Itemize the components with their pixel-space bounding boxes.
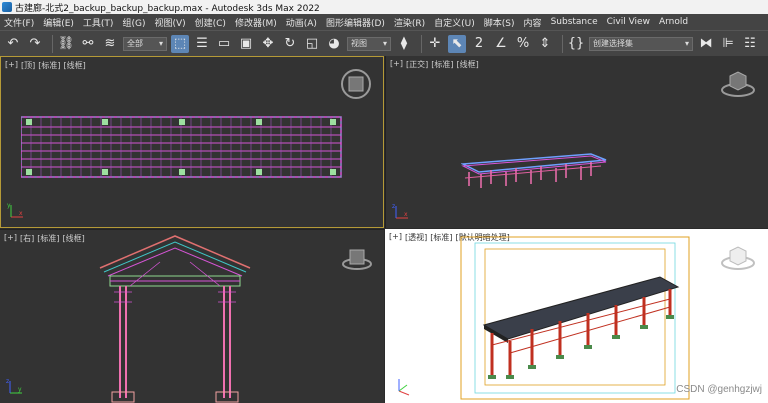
menu-create[interactable]: 创建(C) xyxy=(195,16,226,29)
select-object-icon[interactable]: ⬚ xyxy=(171,34,189,53)
viewport-point-of-view[interactable]: [透视] xyxy=(405,232,427,243)
toolbar-divider xyxy=(52,34,53,53)
viewport-shading-standard[interactable]: [标准] xyxy=(38,60,60,71)
svg-text:y: y xyxy=(7,202,11,209)
viewport-menu-plus[interactable]: [+] xyxy=(389,232,402,243)
viewport-point-of-view[interactable]: [正交] xyxy=(406,59,428,70)
menu-content[interactable]: 内容 xyxy=(524,16,542,29)
percent-snap-icon[interactable]: % xyxy=(514,35,532,53)
rotate-icon[interactable]: ↻ xyxy=(281,35,299,53)
link-icon[interactable]: ⛓ xyxy=(57,35,75,53)
menu-modifiers[interactable]: 修改器(M) xyxy=(235,16,277,29)
menu-group[interactable]: 组(G) xyxy=(122,16,145,29)
toolbar-divider xyxy=(562,34,563,53)
viewport-menu-plus[interactable]: [+] xyxy=(4,233,17,244)
title-bar: 古建廊-北式2_backup_backup_backup.max - Autod… xyxy=(0,0,768,14)
main-toolbar: ↶ ↷ ⛓ ⚯ ≋ 全部 ▾ ⬚ ☰ ▭ ▣ ✥ ↻ ◱ ◕ 视图 ▾ ⧫ ✛ … xyxy=(0,30,768,56)
bind-spacewarp-icon[interactable]: ≋ xyxy=(101,35,119,53)
svg-text:z: z xyxy=(392,203,395,210)
chevron-down-icon: ▾ xyxy=(382,39,387,48)
named-selection-set-value: 创建选择集 xyxy=(593,39,633,48)
undo-icon[interactable]: ↶ xyxy=(4,35,22,53)
chevron-down-icon: ▾ xyxy=(684,39,689,48)
keyboard-shortcut-override-icon[interactable]: ⬉ xyxy=(448,34,466,53)
menu-substance[interactable]: Substance xyxy=(551,17,598,27)
viewport-point-of-view[interactable]: [顶] xyxy=(21,60,35,71)
place-icon[interactable]: ◕ xyxy=(325,35,343,53)
viewport-perspective[interactable]: [+] [透视] [标准] [默认明暗处理] CSDN @genhgzjwj xyxy=(385,229,768,403)
svg-text:x: x xyxy=(19,210,23,217)
viewport-point-of-view[interactable]: [右] xyxy=(20,233,34,244)
viewport-shading-standard[interactable]: [标准] xyxy=(431,59,453,70)
front-view-wireframe xyxy=(461,153,607,188)
viewport-right[interactable]: [+] [右] [标准] [线框] yz xyxy=(0,229,384,403)
move-icon[interactable]: ✥ xyxy=(259,35,277,53)
viewport-top[interactable]: [+] [顶] [标准] [线框] x y xyxy=(0,56,384,228)
select-manipulate-icon[interactable]: ✛ xyxy=(426,35,444,53)
viewport-front[interactable]: [+] [正交] [标准] [线框] xz xyxy=(385,56,768,228)
app-icon xyxy=(2,2,12,12)
viewcube-icon[interactable] xyxy=(718,66,758,100)
viewport-menu-plus[interactable]: [+] xyxy=(390,59,403,70)
menu-civil-view[interactable]: Civil View xyxy=(607,17,650,27)
menu-scripting[interactable]: 脚本(S) xyxy=(484,16,515,29)
named-selection-set-select[interactable]: 创建选择集 ▾ xyxy=(589,36,693,51)
window-title: 古建廊-北式2_backup_backup_backup.max - Autod… xyxy=(15,3,320,14)
axis-tripod-icon xyxy=(398,379,410,396)
viewport-display-style[interactable]: [线框] xyxy=(456,59,478,70)
viewport-shading-standard[interactable]: [标准] xyxy=(37,233,59,244)
unlink-icon[interactable]: ⚯ xyxy=(79,35,97,53)
viewport-display-style[interactable]: [线框] xyxy=(62,233,84,244)
top-view-wireframe xyxy=(21,116,342,178)
viewcube-icon[interactable] xyxy=(718,239,758,273)
edit-named-selection-icon[interactable]: {} xyxy=(567,35,585,53)
align-icon[interactable]: ⊫ xyxy=(719,35,737,53)
menu-bar: 文件(F) 编辑(E) 工具(T) 组(G) 视图(V) 创建(C) 修改器(M… xyxy=(0,14,768,30)
side-view-wireframe xyxy=(99,235,251,403)
reference-coordinate-select[interactable]: 视图 ▾ xyxy=(347,36,391,51)
menu-graph-editors[interactable]: 图形编辑器(D) xyxy=(326,16,385,29)
menu-file[interactable]: 文件(F) xyxy=(4,16,34,29)
rectangular-selection-icon[interactable]: ▭ xyxy=(215,35,233,53)
viewport-menu-plus[interactable]: [+] xyxy=(5,60,18,71)
watermark-text: CSDN @genhgzjwj xyxy=(676,384,762,395)
axis-tripod-icon: xy xyxy=(7,202,23,218)
menu-customize[interactable]: 自定义(U) xyxy=(434,16,475,29)
viewport-display-style[interactable]: [线框] xyxy=(63,60,85,71)
viewcube-icon[interactable] xyxy=(340,240,374,274)
reference-coordinate-value: 视图 xyxy=(351,39,367,48)
menu-animation[interactable]: 动画(A) xyxy=(286,16,317,29)
scene-explorer-icon[interactable]: ☷ xyxy=(741,35,759,53)
scale-icon[interactable]: ◱ xyxy=(303,35,321,53)
pivot-center-icon[interactable]: ⧫ xyxy=(395,35,413,53)
menu-views[interactable]: 视图(V) xyxy=(154,16,185,29)
selection-filter-value: 全部 xyxy=(127,39,143,48)
svg-text:x: x xyxy=(404,211,408,218)
viewport-label: [+] [右] [标准] [线框] xyxy=(4,233,85,244)
menu-arnold[interactable]: Arnold xyxy=(659,17,688,27)
viewport-shading-standard[interactable]: [标准] xyxy=(430,232,452,243)
chevron-down-icon: ▾ xyxy=(158,39,163,48)
window-crossing-icon[interactable]: ▣ xyxy=(237,35,255,53)
svg-text:y: y xyxy=(18,386,22,393)
axis-tripod-icon: yz xyxy=(6,378,22,394)
spinner-snap-icon[interactable]: ⇕ xyxy=(536,35,554,53)
axis-tripod-icon: xz xyxy=(392,203,408,219)
viewcube-icon[interactable] xyxy=(339,67,373,101)
svg-text:z: z xyxy=(6,378,9,385)
select-by-name-icon[interactable]: ☰ xyxy=(193,35,211,53)
menu-tools[interactable]: 工具(T) xyxy=(83,16,114,29)
perspective-model xyxy=(482,276,680,379)
menu-rendering[interactable]: 渲染(R) xyxy=(394,16,425,29)
snaps-toggle-icon[interactable]: 2 xyxy=(470,35,488,53)
viewport-label: [+] [顶] [标准] [线框] xyxy=(5,60,86,71)
viewport-label: [+] [正交] [标准] [线框] xyxy=(390,59,479,70)
redo-icon[interactable]: ↷ xyxy=(26,35,44,53)
selection-filter-select[interactable]: 全部 ▾ xyxy=(123,36,167,51)
angle-snap-icon[interactable]: ∠ xyxy=(492,35,510,53)
toolbar-divider xyxy=(421,34,422,53)
menu-edit[interactable]: 编辑(E) xyxy=(43,16,74,29)
mirror-icon[interactable]: ⧓ xyxy=(697,35,715,53)
